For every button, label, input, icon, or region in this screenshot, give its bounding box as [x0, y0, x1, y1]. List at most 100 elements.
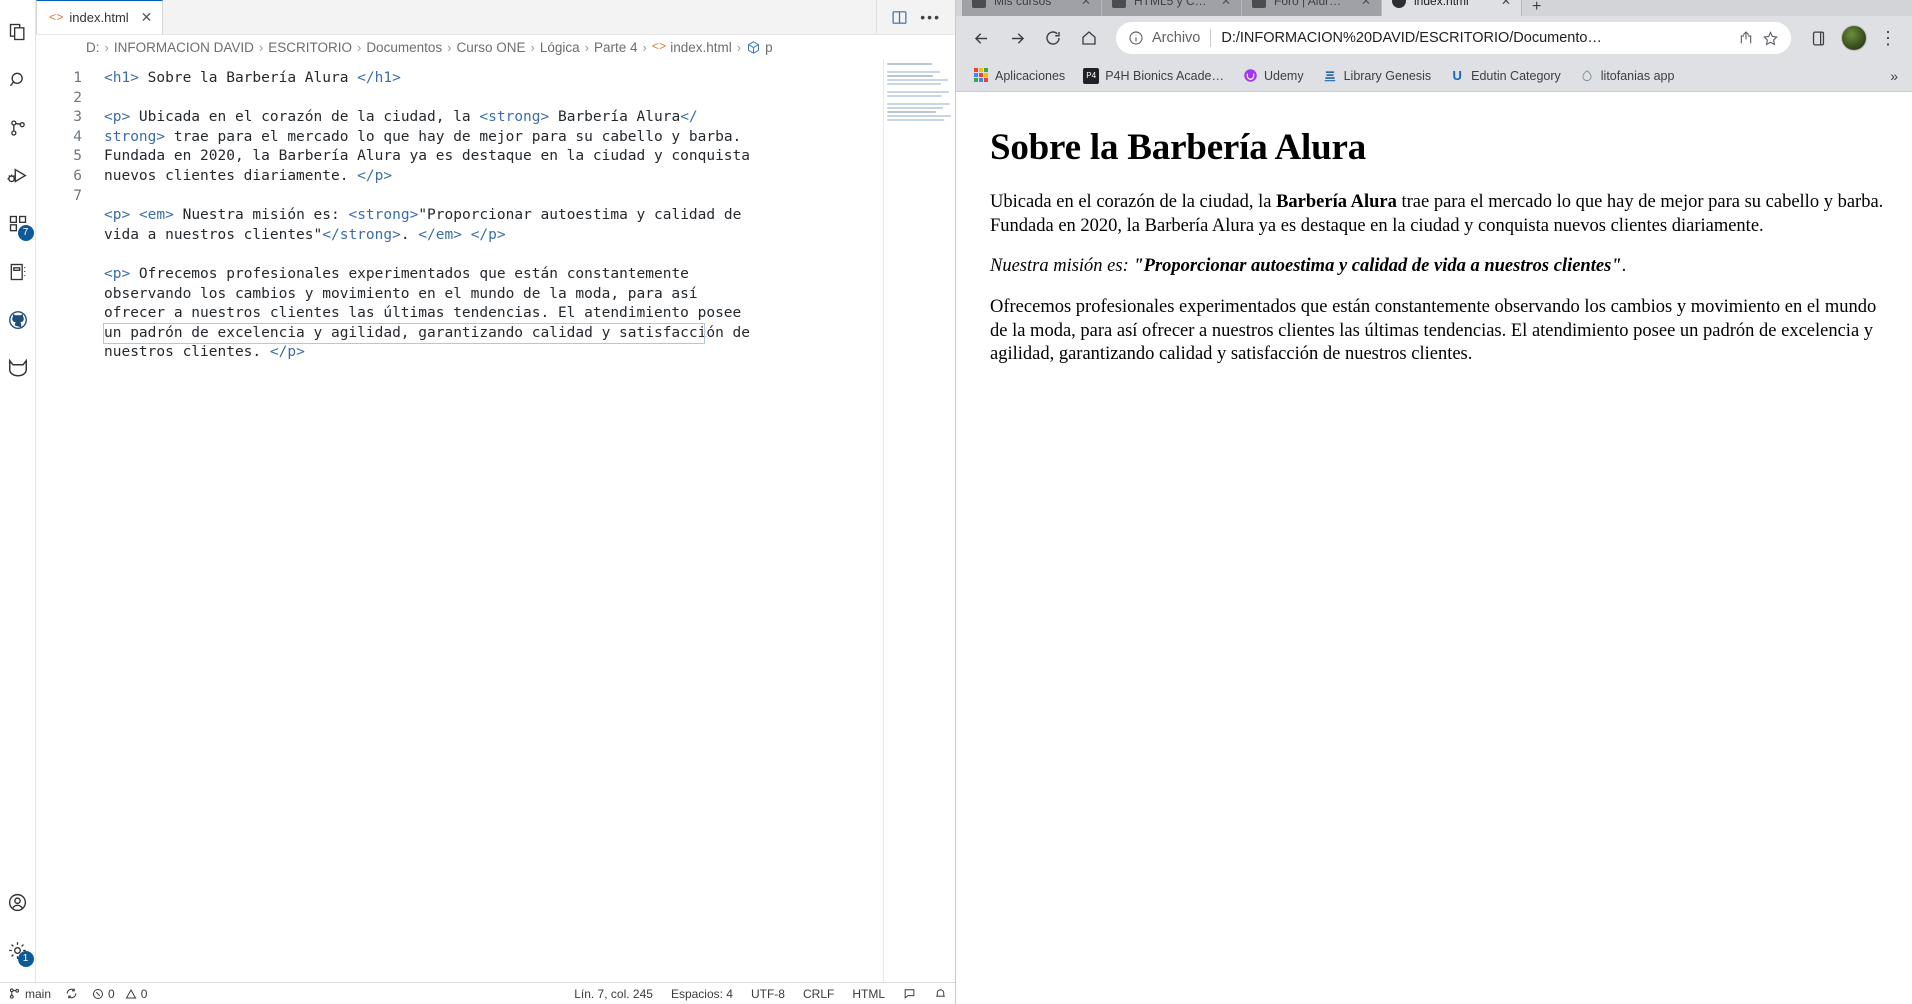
breadcrumb-item-0[interactable]: D:: [86, 40, 100, 55]
code-text: "Proporcionar autoestima y calidad de: [418, 207, 742, 224]
editor-tab-index-html[interactable]: <> index.html ✕: [36, 0, 164, 34]
tab-close-icon[interactable]: ✕: [1081, 0, 1091, 8]
breadcrumb-item-1[interactable]: INFORMACION DAVID: [114, 40, 254, 55]
code-line[interactable]: <p> Ubicada en el corazón de la ciudad, …: [104, 108, 955, 128]
status-bar: main 0 0 Lín. 7, col. 245 Espacios: 4 UT: [0, 982, 955, 1004]
html-file-icon: <>: [651, 40, 667, 54]
toolbar-right: ⋮: [1801, 21, 1904, 55]
info-circle-icon[interactable]: [1128, 30, 1144, 46]
address-bar[interactable]: Archivo D:/INFORMACION%20DAVID/ESCRITORI…: [1116, 22, 1791, 54]
forward-arrow-icon[interactable]: [1000, 21, 1034, 55]
code-line[interactable]: nuestros clientes. </p>: [104, 343, 955, 363]
tab-close-icon[interactable]: ✕: [1501, 0, 1511, 8]
bookmark-item[interactable]: Udemy: [1235, 65, 1311, 87]
breadcrumb-item-7[interactable]: index.html: [670, 40, 732, 55]
gitlens-icon[interactable]: [0, 344, 36, 392]
close-icon[interactable]: ✕: [141, 9, 153, 26]
browser-tab[interactable]: Foro | Alur… ✕: [1242, 0, 1382, 16]
minimap[interactable]: [883, 59, 955, 982]
explorer-icon[interactable]: [0, 8, 36, 56]
more-actions-icon[interactable]: •••: [920, 9, 941, 25]
status-branch[interactable]: main: [8, 987, 51, 1001]
code-line[interactable]: <p> <em> Nuestra misión es: <strong>"Pro…: [104, 206, 955, 226]
browser-tab[interactable]: Mis cursos ✕: [962, 0, 1102, 16]
code-line[interactable]: ofrecer a nuestros clientes las últimas …: [104, 304, 955, 324]
new-tab-button[interactable]: +: [1522, 0, 1551, 16]
extensions-badge: 7: [17, 225, 34, 241]
profile-avatar[interactable]: [1841, 25, 1867, 51]
back-arrow-icon[interactable]: [964, 21, 998, 55]
editor-column: <> index.html ✕ ••• D: › INFORMACION DAV…: [36, 0, 955, 982]
breadcrumb-item-8[interactable]: p: [765, 40, 773, 55]
activity-bar: 7 1: [0, 0, 36, 982]
status-language-mode[interactable]: HTML: [852, 987, 885, 1001]
html-file-icon: <>: [49, 10, 64, 25]
bookmark-item[interactable]: P4 P4H Bionics Acade…: [1076, 65, 1231, 87]
accounts-icon[interactable]: [0, 878, 36, 926]
minimap-line: [887, 71, 940, 73]
status-eol[interactable]: CRLF: [803, 987, 834, 1001]
code-text: Sobre la Barbería Alura: [138, 70, 358, 86]
notebook-icon[interactable]: [0, 248, 36, 296]
status-indentation[interactable]: Espacios: 4: [671, 987, 733, 1001]
bookmark-item[interactable]: litofanias app: [1572, 65, 1682, 87]
code-line[interactable]: <h1> Sobre la Barbería Alura </h1>: [104, 69, 955, 89]
bookmark-item[interactable]: Aplicaciones: [966, 65, 1072, 87]
bookmarks-overflow-button[interactable]: »: [1890, 68, 1902, 84]
bell-icon[interactable]: [934, 987, 947, 1000]
share-icon[interactable]: [1738, 30, 1754, 46]
source-control-icon[interactable]: [0, 104, 36, 152]
breadcrumb-item-3[interactable]: Documentos: [366, 40, 442, 55]
status-bar-right: Lín. 7, col. 245 Espacios: 4 UTF-8 CRLF …: [574, 987, 947, 1001]
settings-gear-icon[interactable]: 1: [0, 926, 36, 974]
code-line[interactable]: [104, 89, 955, 109]
breadcrumb-item-2[interactable]: ESCRITORIO: [268, 40, 352, 55]
code-line-current[interactable]: un padrón de excelencia y agilidad, gara…: [103, 322, 750, 345]
browser-tab[interactable]: HTML5 y C… ✕: [1102, 0, 1242, 16]
breadcrumb-sep: ›: [104, 39, 109, 55]
home-icon[interactable]: [1072, 21, 1106, 55]
code-line[interactable]: Fundada en 2020, la Barbería Alura ya es…: [104, 147, 955, 167]
tab-close-icon[interactable]: ✕: [1361, 0, 1371, 8]
status-problems[interactable]: 0 0: [92, 987, 147, 1001]
sync-icon[interactable]: [65, 987, 78, 1000]
code-line[interactable]: [104, 245, 955, 265]
side-panel-icon[interactable]: [1801, 21, 1835, 55]
star-icon[interactable]: [1762, 30, 1779, 47]
kebab-menu-icon[interactable]: ⋮: [1873, 28, 1904, 49]
code-text: observando los cambios y movimiento en e…: [104, 285, 698, 302]
code-line[interactable]: strong> trae para el mercado lo que hay …: [104, 128, 955, 148]
browser-tab[interactable]: index.html ✕: [1382, 0, 1522, 16]
reload-icon[interactable]: [1036, 21, 1070, 55]
code-text: nuevos clientes diariamente.: [104, 167, 358, 184]
code-line[interactable]: [104, 187, 955, 207]
breadcrumb-item-4[interactable]: Curso ONE: [456, 40, 525, 55]
breadcrumb-sep: ›: [356, 39, 362, 55]
github-icon[interactable]: [0, 296, 36, 344]
status-error-count: 0: [108, 986, 115, 1001]
search-icon[interactable]: [0, 56, 36, 104]
code-line[interactable]: nuevos clientes diariamente. </p>: [104, 167, 955, 187]
line-number: 2: [73, 89, 82, 106]
breadcrumb-item-5[interactable]: Lógica: [540, 40, 580, 55]
feedback-icon[interactable]: [903, 987, 916, 1000]
breadcrumb-item-6[interactable]: Parte 4: [594, 40, 638, 55]
bookmark-item[interactable]: U Edutin Category: [1442, 65, 1568, 87]
split-editor-icon[interactable]: [891, 9, 908, 26]
run-and-debug-icon[interactable]: [0, 152, 36, 200]
code-line[interactable]: observando los cambios y movimiento en e…: [104, 285, 955, 305]
code-editor[interactable]: 1 2 3 4 5 6 7 <h1> Sobre la Barbería Alura </h…: [36, 59, 955, 982]
bookmark-item[interactable]: Library Genesis: [1315, 65, 1439, 87]
apps-grid-dot: [974, 72, 978, 77]
browser-tab-label: index.html: [1414, 0, 1469, 8]
tab-close-icon[interactable]: ✕: [1221, 0, 1231, 8]
apps-grid-dot: [984, 67, 988, 72]
address-url[interactable]: D:/INFORMACION%20DAVID/ESCRITORIO/Docume…: [1221, 30, 1730, 46]
code-content[interactable]: <h1> Sobre la Barbería Alura </h1> <p> U…: [94, 59, 955, 982]
extensions-icon[interactable]: 7: [0, 200, 36, 248]
status-cursor-position[interactable]: Lín. 7, col. 245: [574, 987, 653, 1001]
code-line[interactable]: vida a nuestros clientes"</strong>. </em…: [104, 226, 955, 246]
minimap-line: [887, 115, 951, 117]
code-line[interactable]: <p> Ofrecemos profesionales experimentad…: [104, 265, 955, 285]
status-encoding[interactable]: UTF-8: [751, 987, 785, 1001]
